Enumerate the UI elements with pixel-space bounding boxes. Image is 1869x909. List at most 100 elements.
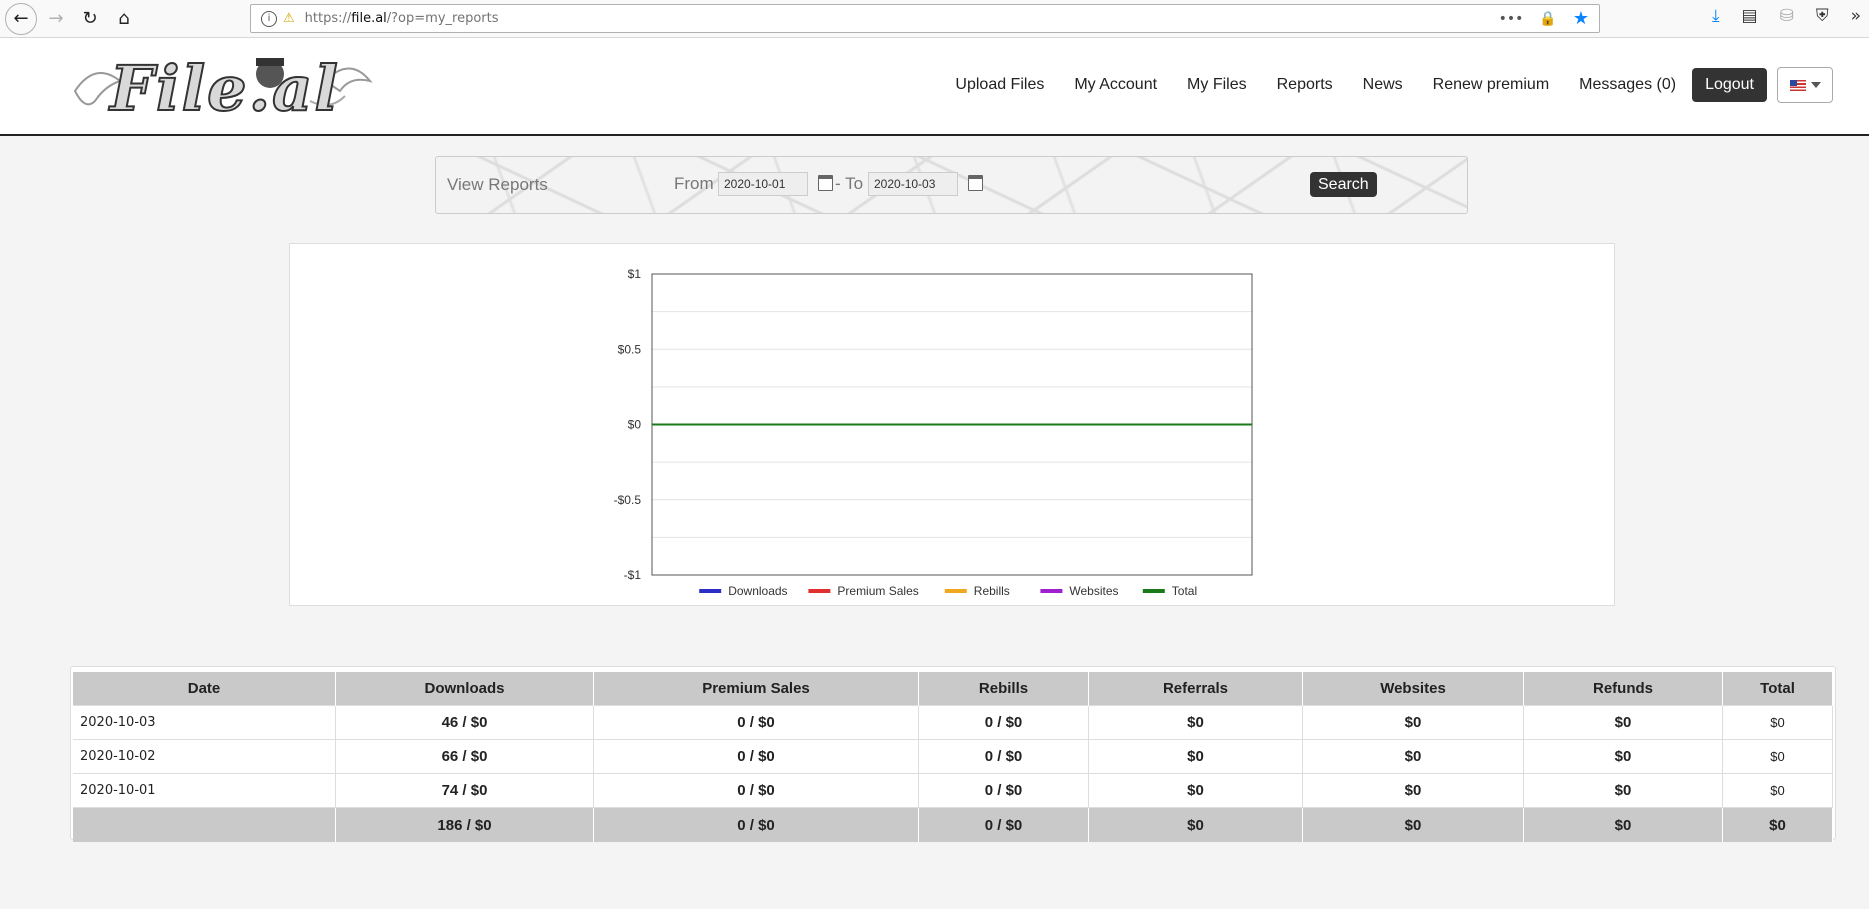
report-filter-bar: View Reports From - To Search xyxy=(435,156,1468,214)
chevron-down-icon xyxy=(1810,82,1821,88)
logout-button[interactable]: Logout xyxy=(1692,68,1767,102)
table-summary-row: 186 / $0 0 / $0 0 / $0 $0 $0 $0 $0 xyxy=(73,807,1833,842)
col-rebills: Rebills xyxy=(918,672,1089,706)
home-icon[interactable]: ⌂ xyxy=(109,4,139,34)
insecure-lock-icon[interactable]: ⚠ xyxy=(283,11,295,26)
cell-refunds-total: $0 xyxy=(1523,807,1723,842)
site-logo[interactable]: File.al xyxy=(70,46,375,126)
chart-svg: $1 $0.5 $0 -$0.5 -$1 Downloads Premium Sales Re… xyxy=(614,267,1253,598)
browser-toolbar: ← → ↻ ⌂ i ⚠ https://file.al/?op=my_repor… xyxy=(0,0,1869,38)
cell-total: $0 xyxy=(1722,705,1833,740)
cell-websites-total: $0 xyxy=(1302,807,1524,842)
cell-downloads: 46 / $0 xyxy=(335,705,594,740)
filter-title: View Reports xyxy=(447,175,548,194)
calendar-icon[interactable] xyxy=(968,175,983,191)
library-icon[interactable]: ▤ xyxy=(1742,6,1758,26)
nav-news[interactable]: News xyxy=(1363,76,1403,94)
download-icon[interactable]: ⤓ xyxy=(1712,6,1720,26)
cell-refunds: $0 xyxy=(1523,705,1723,740)
cell-downloads: 66 / $0 xyxy=(335,739,594,774)
cell-premium-sales: 0 / $0 xyxy=(593,773,919,808)
legend-swatch xyxy=(1040,589,1063,593)
cell-rebills: 0 / $0 xyxy=(918,739,1089,774)
legend-label: Rebills xyxy=(974,584,1010,598)
cell-rebills: 0 / $0 xyxy=(918,773,1089,808)
table-row: 2020-10-02 66 / $0 0 / $0 0 / $0 $0 $0 $… xyxy=(73,739,1833,774)
table-header-row: Date Downloads Premium Sales Rebills Ref… xyxy=(73,672,1833,706)
to-date-input[interactable] xyxy=(868,172,958,196)
url-bar[interactable]: i ⚠ https://file.al/?op=my_reports ••• 🔒… xyxy=(250,4,1600,33)
cell-date xyxy=(73,807,336,842)
col-websites: Websites xyxy=(1302,672,1524,706)
nav-upload-files[interactable]: Upload Files xyxy=(955,76,1044,94)
y-tick-label: -$0.5 xyxy=(614,493,642,507)
overflow-menu-icon[interactable]: » xyxy=(1851,6,1861,26)
search-button[interactable]: Search xyxy=(1310,172,1377,197)
col-refunds: Refunds xyxy=(1523,672,1723,706)
lock-icon: 🔒 xyxy=(1539,10,1557,27)
nav-reports[interactable]: Reports xyxy=(1277,76,1333,94)
page-actions-icon[interactable]: ••• xyxy=(1499,11,1524,27)
bookmark-star-icon[interactable]: ★ xyxy=(1573,8,1589,29)
nav-messages[interactable]: Messages (0) xyxy=(1579,76,1676,94)
language-selector[interactable] xyxy=(1777,67,1833,103)
nav-my-account[interactable]: My Account xyxy=(1074,76,1157,94)
cell-grand-total: $0 xyxy=(1722,807,1833,842)
col-referrals: Referrals xyxy=(1088,672,1303,706)
table-row: 2020-10-03 46 / $0 0 / $0 0 / $0 $0 $0 $… xyxy=(73,705,1833,740)
cell-referrals: $0 xyxy=(1088,739,1303,774)
to-label: - To xyxy=(835,174,864,193)
cell-premium-sales: 0 / $0 xyxy=(593,739,919,774)
cell-total: $0 xyxy=(1722,739,1833,774)
nav-renew-premium[interactable]: Renew premium xyxy=(1433,76,1549,94)
cell-downloads: 74 / $0 xyxy=(335,773,594,808)
from-date-input[interactable] xyxy=(718,172,808,196)
legend-swatch xyxy=(699,589,722,593)
y-tick-label: $1 xyxy=(628,267,642,281)
legend-swatch xyxy=(1142,589,1165,593)
legend-label: Websites xyxy=(1069,584,1118,598)
cell-refunds: $0 xyxy=(1523,773,1723,808)
cell-date: 2020-10-03 xyxy=(73,705,336,740)
y-tick-label: $0.5 xyxy=(618,342,642,356)
cell-downloads-total: 186 / $0 xyxy=(335,807,594,842)
cell-websites: $0 xyxy=(1302,739,1524,774)
table-row: 2020-10-01 74 / $0 0 / $0 0 / $0 $0 $0 $… xyxy=(73,773,1833,808)
cell-premium-sales: 0 / $0 xyxy=(593,705,919,740)
main-nav: Upload Files My Account My Files Reports… xyxy=(925,67,1833,103)
site-info-icon[interactable]: i xyxy=(261,10,277,27)
back-icon[interactable]: ← xyxy=(5,2,37,35)
forward-icon[interactable]: → xyxy=(41,4,71,34)
report-table-container: Date Downloads Premium Sales Rebills Ref… xyxy=(70,666,1836,842)
col-total: Total xyxy=(1722,672,1833,706)
col-date: Date xyxy=(73,672,336,706)
reload-icon[interactable]: ↻ xyxy=(75,4,105,34)
y-tick-label: $0 xyxy=(628,418,642,432)
cell-rebills: 0 / $0 xyxy=(918,705,1089,740)
logo-text: File.al xyxy=(109,51,340,126)
shield-icon[interactable]: ⛨ xyxy=(1816,6,1829,26)
legend-swatch xyxy=(944,589,967,593)
cell-referrals-total: $0 xyxy=(1088,807,1303,842)
cell-date: 2020-10-02 xyxy=(73,739,336,774)
legend-label: Total xyxy=(1172,584,1197,598)
col-downloads: Downloads xyxy=(335,672,594,706)
y-tick-label: -$1 xyxy=(624,568,642,582)
nav-my-files[interactable]: My Files xyxy=(1187,76,1247,94)
legend-swatch xyxy=(808,589,831,593)
cell-websites: $0 xyxy=(1302,705,1524,740)
earnings-chart: $1 $0.5 $0 -$0.5 -$1 Downloads Premium Sales Re… xyxy=(289,243,1615,606)
site-header: File.al Upload Files My Account My Files… xyxy=(0,38,1869,136)
sync-icon[interactable]: ⛁ xyxy=(1780,6,1794,26)
cell-rebills-total: 0 / $0 xyxy=(918,807,1089,842)
calendar-icon[interactable] xyxy=(818,175,833,191)
legend-label: Downloads xyxy=(728,584,787,598)
cell-referrals: $0 xyxy=(1088,773,1303,808)
from-label: From xyxy=(674,174,714,193)
col-premium-sales: Premium Sales xyxy=(593,672,919,706)
cell-premium-sales-total: 0 / $0 xyxy=(593,807,919,842)
url-text[interactable]: https://file.al/?op=my_reports xyxy=(305,11,499,26)
us-flag-icon xyxy=(1789,79,1806,91)
legend-label: Premium Sales xyxy=(837,584,918,598)
cell-websites: $0 xyxy=(1302,773,1524,808)
